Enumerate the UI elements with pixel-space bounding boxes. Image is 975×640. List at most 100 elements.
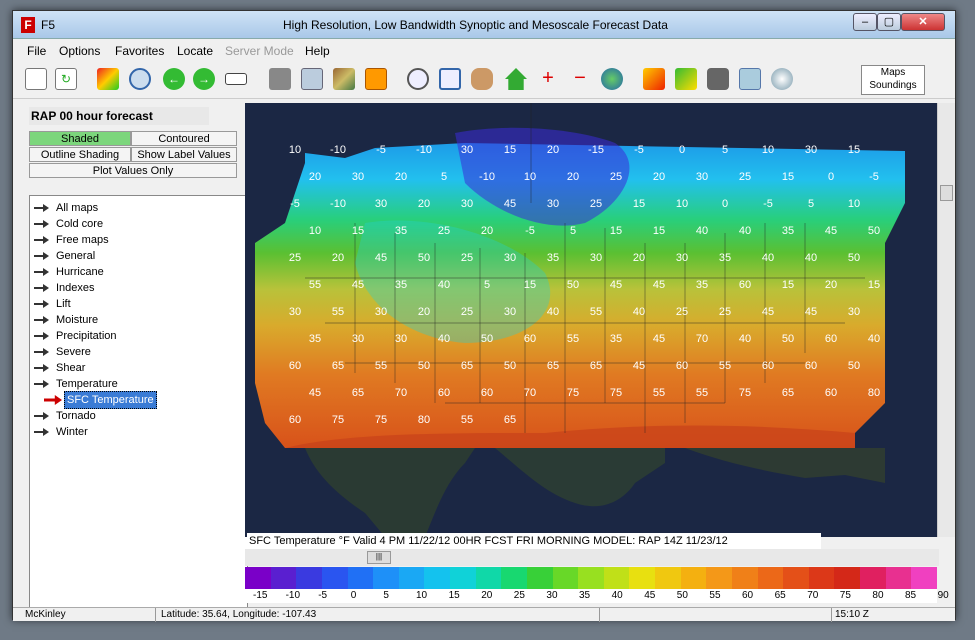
map-value-label: 15 <box>524 279 536 291</box>
legend-label: 30 <box>546 590 558 601</box>
map-value-label: 35 <box>782 225 794 237</box>
tree-item[interactable]: Lift <box>34 296 71 312</box>
map-value-label: 15 <box>610 225 622 237</box>
map-value-label: 55 <box>567 333 579 345</box>
ruler-icon[interactable] <box>641 65 667 93</box>
temperature-map[interactable]: 10 -10 -5 -10 30 15 20 -15 -5 0 5 10 30 15 20 30 20 5 -10 1… <box>245 103 939 537</box>
map-value-label: 25 <box>438 225 450 237</box>
tree-item[interactable]: Temperature <box>34 376 118 392</box>
legend-label: 15 <box>448 590 460 601</box>
map-value-label: 35 <box>610 333 622 345</box>
tree-item[interactable]: Free maps <box>34 232 109 248</box>
stack-icon[interactable] <box>363 65 389 93</box>
zoom-minus-icon[interactable]: − <box>567 65 593 93</box>
zoom-in-icon[interactable] <box>405 65 431 93</box>
tree-item[interactable]: Precipitation <box>34 328 117 344</box>
map-value-label: 35 <box>309 333 321 345</box>
legend-swatch <box>245 567 271 589</box>
show-label-values-button[interactable]: Show Label Values <box>131 147 237 162</box>
plot-values-only-button[interactable]: Plot Values Only <box>29 163 237 178</box>
hurricane-icon[interactable] <box>769 65 795 93</box>
map-value-label: 75 <box>375 414 387 426</box>
menu-locate[interactable]: Locate <box>177 44 213 58</box>
legend-label: -5 <box>318 590 328 601</box>
tree-item[interactable]: General <box>34 248 95 264</box>
tree-item-label: Lift <box>56 298 71 310</box>
close-button[interactable]: ✕ <box>901 13 945 31</box>
soundings-label: Soundings <box>869 80 917 91</box>
legend-swatch <box>578 567 604 589</box>
map-value-label: 30 <box>375 306 387 318</box>
terrain-icon[interactable] <box>331 65 357 93</box>
new-document-icon[interactable] <box>23 65 49 93</box>
vertical-scroll-thumb[interactable] <box>940 185 953 201</box>
legend-swatch <box>655 567 681 589</box>
tree-item[interactable]: Cold core <box>34 216 103 232</box>
tree-item-selected[interactable]: SFC Temperature <box>44 391 157 409</box>
map-value-label: 10 <box>848 198 860 210</box>
tree-item-label: Severe <box>56 346 91 358</box>
radar-image-icon[interactable] <box>95 65 121 93</box>
tree-item[interactable]: Hurricane <box>34 264 104 280</box>
legend-label: 65 <box>774 590 786 601</box>
globe-icon[interactable] <box>599 65 625 93</box>
clock-icon[interactable] <box>127 65 153 93</box>
contoured-button[interactable]: Contoured <box>131 131 237 146</box>
menu-bar: File Options Favorites Locate Server Mod… <box>13 40 955 60</box>
tree-item[interactable]: Tornado <box>34 408 96 424</box>
forecast-map[interactable]: 10 -10 -5 -10 30 15 20 -15 -5 0 5 10 30 15 20 30 20 5 -10 1… <box>245 103 939 537</box>
back-arrow-icon[interactable]: ← <box>161 65 187 93</box>
arrow-icon <box>34 252 50 260</box>
tree-item[interactable]: Indexes <box>34 280 95 296</box>
arrow-icon <box>34 236 50 244</box>
maps-soundings-toggle[interactable]: Maps Soundings <box>861 65 925 95</box>
map-value-label: 40 <box>762 252 774 264</box>
shaded-button[interactable]: Shaded <box>29 131 131 146</box>
frames-icon[interactable] <box>223 65 249 93</box>
tree-item[interactable]: All maps <box>34 200 98 216</box>
map-value-label: 25 <box>590 198 602 210</box>
horizontal-scrollbar[interactable]: ||| <box>245 549 939 566</box>
map-value-label: 35 <box>547 252 559 264</box>
tree-item-label: Precipitation <box>56 330 117 342</box>
legend-swatch <box>911 567 937 589</box>
lightning-icon[interactable] <box>673 65 699 93</box>
map-value-label: 45 <box>309 387 321 399</box>
satellite-image-icon[interactable] <box>267 65 293 93</box>
zoom-rect-icon[interactable] <box>437 65 463 93</box>
tree-item[interactable]: Moisture <box>34 312 98 328</box>
menu-help[interactable]: Help <box>305 44 330 58</box>
map-value-label: 50 <box>868 225 880 237</box>
calculator-icon[interactable] <box>737 65 763 93</box>
tree-item[interactable]: Winter <box>34 424 88 440</box>
forecast-title: RAP 00 hour forecast <box>29 107 209 125</box>
menu-file[interactable]: File <box>27 44 46 58</box>
map-value-label: 25 <box>739 171 751 183</box>
tree-item[interactable]: Shear <box>34 360 85 376</box>
zoom-plus-icon[interactable]: + <box>535 65 561 93</box>
map-value-label: 45 <box>825 225 837 237</box>
forward-arrow-icon[interactable]: → <box>191 65 217 93</box>
copy-pages-icon[interactable] <box>299 65 325 93</box>
minimize-button[interactable]: – <box>853 13 877 31</box>
maximize-button[interactable]: ▢ <box>877 13 901 31</box>
refresh-icon[interactable]: ↻ <box>53 65 79 93</box>
map-value-label: 15 <box>782 279 794 291</box>
map-value-label: 70 <box>696 333 708 345</box>
legend-label: -10 <box>285 590 301 601</box>
map-value-label: 75 <box>610 387 622 399</box>
home-icon[interactable] <box>503 65 529 93</box>
outline-shading-button[interactable]: Outline Shading <box>29 147 131 162</box>
tree-item[interactable]: Severe <box>34 344 91 360</box>
vertical-scrollbar[interactable] <box>937 103 955 537</box>
arrow-icon <box>34 204 50 212</box>
map-value-label: 10 <box>676 198 688 210</box>
pan-hand-icon[interactable] <box>469 65 495 93</box>
menu-favorites[interactable]: Favorites <box>115 44 164 58</box>
arrow-icon <box>34 380 50 388</box>
horizontal-scroll-thumb[interactable]: ||| <box>367 551 391 564</box>
satellite-icon[interactable] <box>705 65 731 93</box>
menu-options[interactable]: Options <box>59 44 100 58</box>
map-value-label: -5 <box>525 225 535 237</box>
map-value-label: 65 <box>504 414 516 426</box>
